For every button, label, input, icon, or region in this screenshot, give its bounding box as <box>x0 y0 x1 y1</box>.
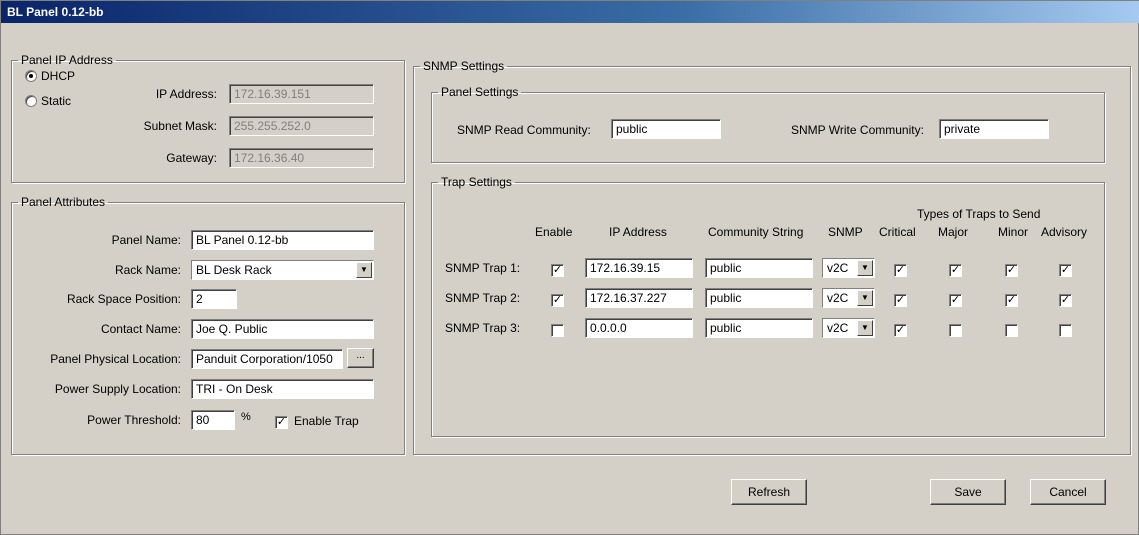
rack-name-value: BL Desk Rack <box>196 263 272 277</box>
cancel-button[interactable]: Cancel <box>1030 479 1106 505</box>
dhcp-radio[interactable] <box>25 70 37 82</box>
power-threshold-field[interactable]: 80 <box>191 410 235 430</box>
header-minor: Minor <box>998 225 1029 239</box>
client-area: Panel IP Address DHCP Static IP Address:… <box>5 25 1135 531</box>
refresh-button[interactable]: Refresh <box>731 479 807 505</box>
trap-2-dropdown-arrow-icon[interactable]: ▼ <box>857 290 873 306</box>
contact-name-field[interactable]: Joe Q. Public <box>191 319 374 339</box>
power-threshold-unit: % <box>241 411 251 423</box>
header-major: Major <box>938 225 969 239</box>
rack-name-label: Rack Name: <box>114 263 181 277</box>
contact-name-label: Contact Name: <box>100 322 181 336</box>
snmp-read-community-field[interactable]: public <box>611 119 721 139</box>
trap-3-critical-checkbox[interactable]: ✓ <box>894 324 907 337</box>
trap-1-enable-checkbox[interactable]: ✓ <box>551 264 564 277</box>
header-community-string: Community String <box>708 225 804 239</box>
static-label: Static <box>41 94 72 108</box>
trap-1-major-checkbox[interactable]: ✓ <box>949 264 962 277</box>
trap-3-community-field[interactable]: public <box>705 318 813 338</box>
trap-3-major-checkbox[interactable] <box>949 324 962 337</box>
snmp-read-community-label: SNMP Read Community: <box>457 123 591 137</box>
power-supply-location-field[interactable]: TRI - On Desk <box>191 379 374 399</box>
rack-name-dropdown[interactable]: BL Desk Rack ▼ <box>191 260 374 280</box>
header-critical: Critical <box>879 225 916 239</box>
header-snmp: SNMP <box>828 225 863 239</box>
types-of-traps-heading: Types of Traps to Send <box>917 207 1041 221</box>
trap-3-dropdown-arrow-icon[interactable]: ▼ <box>857 320 873 336</box>
header-advisory: Advisory <box>1041 225 1088 239</box>
rack-space-position-label: Rack Space Position: <box>66 292 181 306</box>
trap-2-ip-field[interactable]: 172.16.37.227 <box>585 288 693 308</box>
trap-2-snmp-version-dropdown[interactable]: v2C ▼ <box>822 288 875 308</box>
trap-3-snmp-version-value: v2C <box>827 321 849 335</box>
panel-attributes-legend: Panel Attributes <box>21 195 106 209</box>
snmp-settings-legend: SNMP Settings <box>423 59 505 73</box>
rack-name-dropdown-arrow-icon[interactable]: ▼ <box>356 262 372 278</box>
trap-1-dropdown-arrow-icon[interactable]: ▼ <box>857 260 873 276</box>
rack-space-position-field[interactable]: 2 <box>191 289 237 309</box>
gateway-label: Gateway: <box>166 151 217 165</box>
subnet-mask-label: Subnet Mask: <box>143 119 217 133</box>
window-title: BL Panel 0.12-bb <box>7 5 104 19</box>
enable-trap-checkbox[interactable]: ✓ <box>275 416 288 429</box>
enable-trap-label: Enable Trap <box>294 414 359 428</box>
snmp-write-community-field[interactable]: private <box>939 119 1049 139</box>
trap-2-label: SNMP Trap 2: <box>445 291 521 305</box>
trap-2-minor-checkbox[interactable]: ✓ <box>1005 294 1018 307</box>
panel-physical-location-field[interactable]: Panduit Corporation/1050 <box>191 349 343 369</box>
trap-1-advisory-checkbox[interactable]: ✓ <box>1059 264 1072 277</box>
title-bar: BL Panel 0.12-bb <box>1 1 1139 23</box>
browse-location-button[interactable]: ... <box>347 348 374 368</box>
trap-1-community-field[interactable]: public <box>705 258 813 278</box>
panel-ip-address-legend: Panel IP Address <box>21 53 113 67</box>
trap-1-label: SNMP Trap 1: <box>445 261 521 275</box>
trap-2-snmp-version-value: v2C <box>827 291 849 305</box>
trap-3-enable-checkbox[interactable] <box>551 324 564 337</box>
trap-1-critical-checkbox[interactable]: ✓ <box>894 264 907 277</box>
trap-1-snmp-version-dropdown[interactable]: v2C ▼ <box>822 258 875 278</box>
panel-settings-legend: Panel Settings <box>441 85 519 99</box>
trap-3-advisory-checkbox[interactable] <box>1059 324 1072 337</box>
trap-2-enable-checkbox[interactable]: ✓ <box>551 294 564 307</box>
ip-address-field[interactable]: 172.16.39.151 <box>229 84 374 104</box>
trap-1-ip-field[interactable]: 172.16.39.15 <box>585 258 693 278</box>
subnet-mask-field[interactable]: 255.255.252.0 <box>229 116 374 136</box>
dhcp-label: DHCP <box>41 69 76 83</box>
panel-physical-location-label: Panel Physical Location: <box>50 352 181 366</box>
trap-3-snmp-version-dropdown[interactable]: v2C ▼ <box>822 318 875 338</box>
trap-3-ip-field[interactable]: 0.0.0.0 <box>585 318 693 338</box>
trap-2-major-checkbox[interactable]: ✓ <box>949 294 962 307</box>
power-supply-location-label: Power Supply Location: <box>54 382 181 396</box>
trap-1-snmp-version-value: v2C <box>827 261 849 275</box>
trap-2-advisory-checkbox[interactable]: ✓ <box>1059 294 1072 307</box>
trap-2-community-field[interactable]: public <box>705 288 813 308</box>
panel-name-label: Panel Name: <box>111 233 181 247</box>
trap-2-critical-checkbox[interactable]: ✓ <box>894 294 907 307</box>
header-enable: Enable <box>535 225 573 239</box>
trap-3-label: SNMP Trap 3: <box>445 321 521 335</box>
app-window: BL Panel 0.12-bb Panel IP Address DHCP S… <box>0 0 1139 535</box>
static-radio[interactable] <box>25 95 37 107</box>
trap-settings-legend: Trap Settings <box>441 175 512 189</box>
trap-1-minor-checkbox[interactable]: ✓ <box>1005 264 1018 277</box>
save-button[interactable]: Save <box>930 479 1006 505</box>
power-threshold-label: Power Threshold: <box>87 413 181 427</box>
dhcp-radio-dot <box>29 74 33 78</box>
gateway-field[interactable]: 172.16.36.40 <box>229 148 374 168</box>
panel-name-field[interactable]: BL Panel 0.12-bb <box>191 230 374 250</box>
ip-address-label: IP Address: <box>155 87 217 101</box>
snmp-write-community-label: SNMP Write Community: <box>791 123 924 137</box>
header-ip-address: IP Address <box>609 225 667 239</box>
trap-3-minor-checkbox[interactable] <box>1005 324 1018 337</box>
